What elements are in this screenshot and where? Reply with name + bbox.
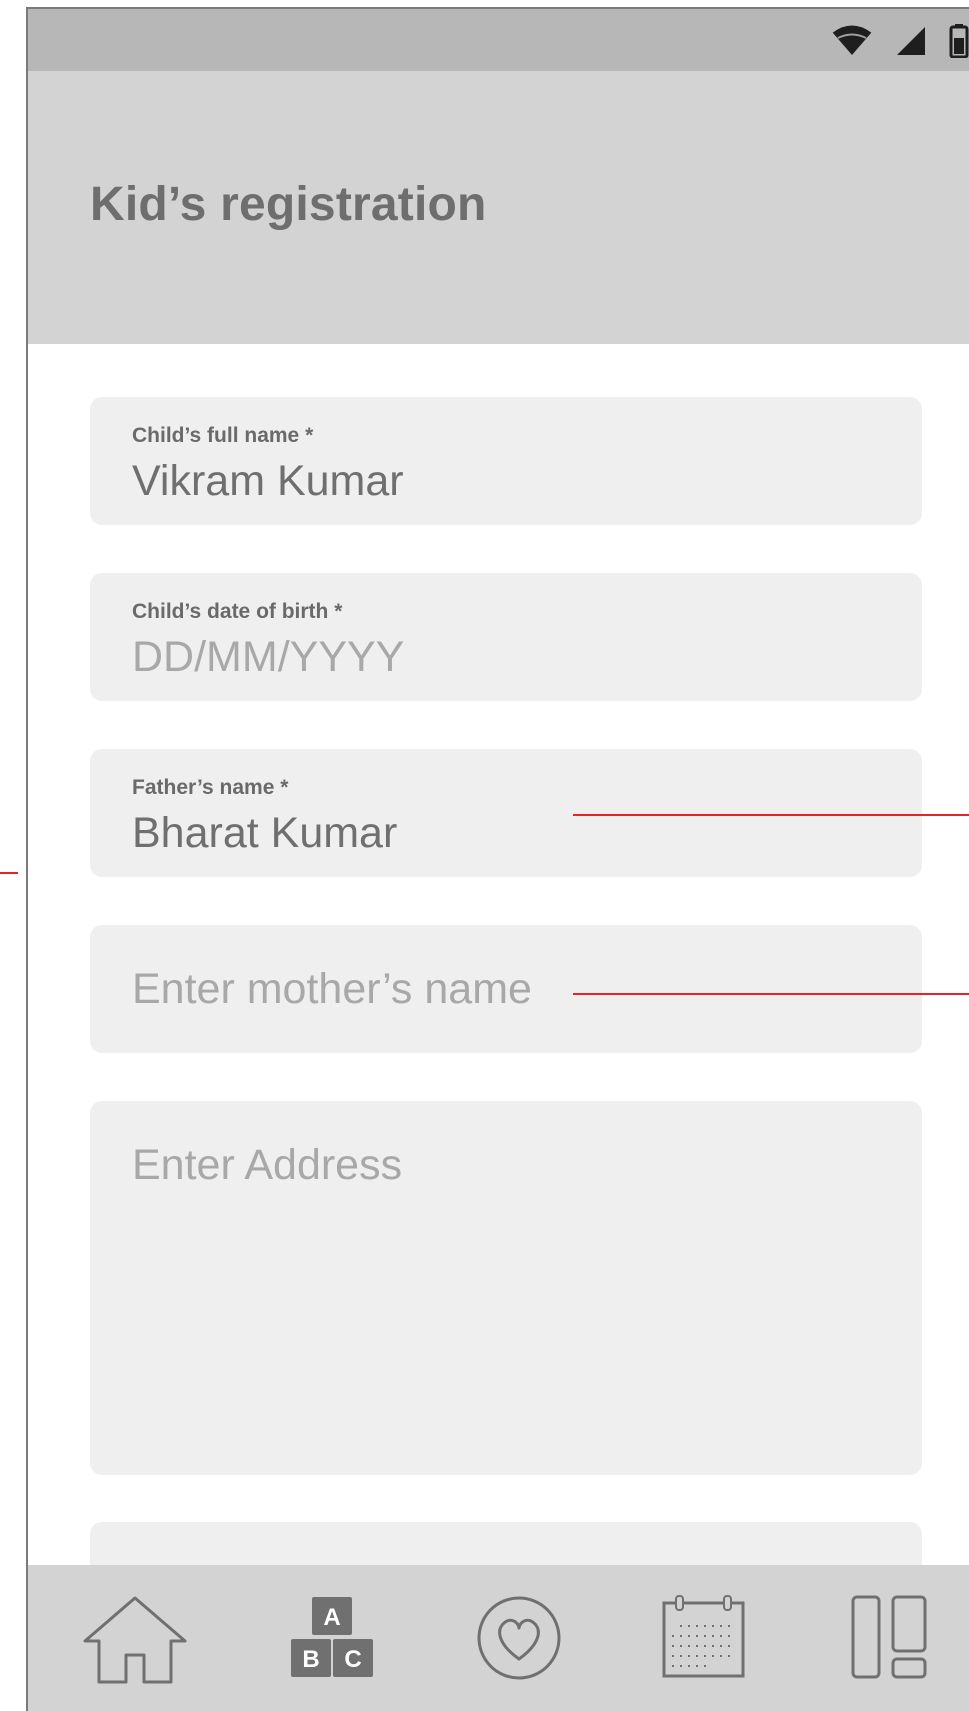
calendar-icon[interactable]	[662, 1595, 746, 1679]
block-a-letter: A	[323, 1604, 340, 1631]
mother-name-placeholder: Enter mother’s name	[132, 965, 532, 1013]
child-dob-field[interactable]: Child’s date of birth * DD/MM/YYYY	[90, 573, 922, 701]
annotation-line-mother	[573, 993, 969, 995]
cell-signal-icon	[897, 27, 925, 55]
battery-icon	[949, 24, 969, 58]
wifi-icon	[832, 25, 872, 55]
bottom-nav: A B C	[26, 1565, 969, 1711]
frame-border-left	[26, 7, 28, 1711]
annotation-line-left	[0, 872, 18, 874]
status-icons	[831, 21, 969, 61]
layout-icon[interactable]	[851, 1595, 927, 1679]
page-title: Kid’s registration	[90, 178, 487, 231]
block-b-letter: B	[302, 1646, 319, 1673]
annotation-line-father	[573, 814, 969, 816]
child-dob-label: Child’s date of birth *	[132, 600, 343, 623]
phone-screen: Kid’s registration Child’s full name * V…	[26, 7, 969, 1711]
heart-icon[interactable]	[476, 1595, 562, 1681]
address-placeholder: Enter Address	[132, 1141, 403, 1189]
home-icon[interactable]	[82, 1595, 188, 1685]
father-name-label: Father’s name *	[132, 776, 289, 799]
address-field[interactable]: Enter Address	[90, 1101, 922, 1475]
abc-blocks-icon[interactable]: A B C	[290, 1595, 374, 1679]
child-dob-placeholder: DD/MM/YYYY	[132, 633, 405, 681]
app-header: Kid’s registration	[26, 71, 969, 344]
father-name-field[interactable]: Father’s name * Bharat Kumar	[90, 749, 922, 877]
child-name-value: Vikram Kumar	[132, 457, 404, 505]
block-c-letter: C	[344, 1646, 361, 1673]
frame-border-top	[26, 7, 969, 9]
child-name-label: Child’s full name *	[132, 424, 314, 447]
status-bar	[26, 7, 969, 71]
mother-name-field[interactable]: Enter mother’s name	[90, 925, 922, 1053]
child-name-field[interactable]: Child’s full name * Vikram Kumar	[90, 397, 922, 525]
father-name-value: Bharat Kumar	[132, 809, 398, 857]
